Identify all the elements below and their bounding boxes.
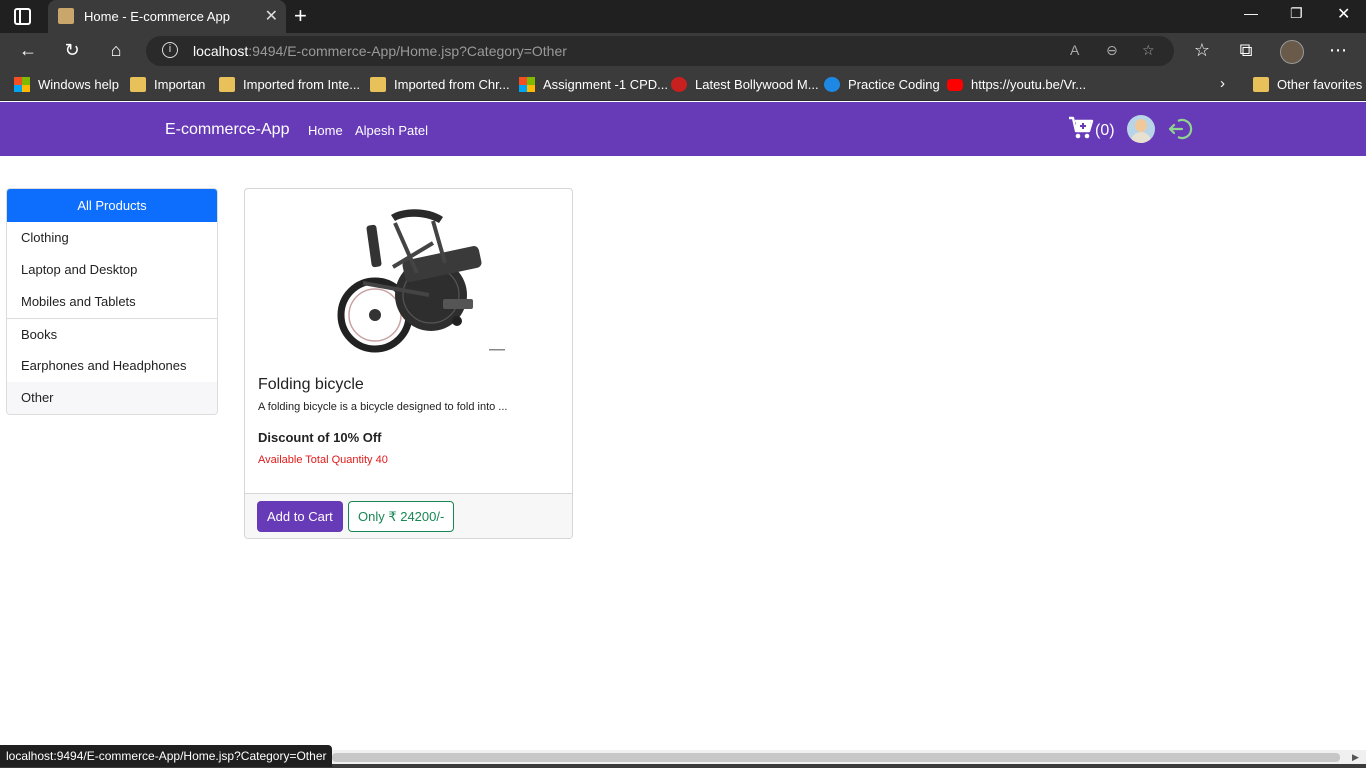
folder-icon (1253, 77, 1269, 92)
category-list: All Products Clothing Laptop and Desktop… (6, 188, 218, 415)
home-icon[interactable]: ⌂ (104, 40, 128, 61)
product-card-footer: Add to Cart Only ₹ 24200/- (245, 493, 572, 538)
nav-user-link[interactable]: Alpesh Patel (355, 123, 428, 138)
bookmark-importan[interactable]: Importan (154, 77, 205, 92)
category-clothing[interactable]: Clothing (7, 222, 217, 254)
category-all-products[interactable]: All Products (7, 189, 217, 222)
new-tab-button[interactable]: + (294, 3, 307, 29)
profile-avatar[interactable] (1280, 40, 1304, 64)
windows-logo-icon (14, 77, 30, 92)
product-discount: Discount of 10% Off (258, 430, 382, 445)
bookmark-practice-coding[interactable]: Practice Coding (848, 77, 940, 92)
back-arrow-icon[interactable]: ← (16, 40, 40, 61)
category-laptop-desktop[interactable]: Laptop and Desktop (7, 254, 217, 286)
product-card: Folding bicycle A folding bicycle is a b… (244, 188, 573, 539)
reload-icon[interactable]: ↻ (60, 40, 84, 61)
practice-coding-icon (824, 77, 840, 92)
folding-bicycle-image (333, 203, 523, 361)
close-window-icon[interactable]: ✕ (1337, 4, 1350, 24)
bookmark-imported-inte[interactable]: Imported from Inte... (243, 77, 360, 92)
bookmark-bollywood[interactable]: Latest Bollywood M... (695, 77, 819, 92)
collections-icon[interactable]: ⧉ (1234, 40, 1258, 61)
category-earphones[interactable]: Earphones and Headphones (7, 350, 217, 382)
app-navbar: E-commerce-App Home Alpesh Patel (0) (0, 102, 1366, 156)
folder-icon (219, 77, 235, 92)
cart-plus-icon[interactable] (1068, 116, 1094, 146)
user-avatar-icon[interactable] (1127, 115, 1155, 143)
folder-icon (370, 77, 386, 92)
brand-link[interactable]: E-commerce-App (165, 121, 289, 139)
add-favorite-icon[interactable]: ☆ (1142, 42, 1155, 59)
tab-actions-icon[interactable] (14, 8, 31, 25)
bollywood-site-icon (671, 77, 687, 92)
bookmark-other-favorites[interactable]: Other favorites (1277, 77, 1362, 92)
chevron-right-icon[interactable]: › (1220, 75, 1225, 92)
product-quantity: Available Total Quantity 40 (258, 454, 388, 466)
folder-icon (130, 77, 146, 92)
browser-toolbar: ← ↻ ⌂ i localhost:9494/E-commerce-App/Ho… (0, 33, 1366, 69)
scroll-right-arrow-icon[interactable]: ▶ (1352, 752, 1359, 763)
favorites-icon[interactable]: ☆ (1190, 40, 1214, 61)
site-info-icon[interactable]: i (162, 42, 178, 58)
product-title: Folding bicycle (258, 376, 364, 393)
youtube-icon (947, 79, 963, 91)
read-aloud-icon[interactable]: A (1070, 42, 1079, 58)
price-button[interactable]: Only ₹ 24200/- (348, 501, 455, 532)
tab-favicon-icon (58, 8, 74, 24)
windows-logo-icon (519, 77, 535, 92)
more-options-icon[interactable]: ⋯ (1326, 40, 1350, 61)
cart-count[interactable]: (0) (1095, 122, 1115, 140)
tab-title: Home - E-commerce App (84, 9, 230, 24)
scrollbar-thumb[interactable] (332, 753, 1340, 762)
product-description: A folding bicycle is a bicycle designed … (258, 401, 508, 413)
bookmark-assignment[interactable]: Assignment -1 CPD... (543, 77, 668, 92)
category-other[interactable]: Other (7, 382, 217, 414)
bookmark-imported-chr[interactable]: Imported from Chr... (394, 77, 510, 92)
nav-home-link[interactable]: Home (308, 123, 343, 138)
logout-icon[interactable] (1168, 118, 1194, 140)
zoom-icon[interactable]: ⊖ (1106, 42, 1118, 59)
address-text[interactable]: localhost:9494/E-commerce-App/Home.jsp?C… (193, 43, 567, 59)
bookmark-windows-help[interactable]: Windows help (38, 77, 119, 92)
add-to-cart-button[interactable]: Add to Cart (257, 501, 343, 532)
status-bar-url: localhost:9494/E-commerce-App/Home.jsp?C… (0, 745, 333, 767)
browser-titlebar: Home - E-commerce App ✕ + — ❐ ✕ (0, 0, 1366, 33)
bookmark-youtube[interactable]: https://youtu.be/Vr... (971, 77, 1086, 92)
restore-icon[interactable]: ❐ (1290, 5, 1303, 22)
category-mobiles-tablets[interactable]: Mobiles and Tablets (7, 286, 217, 318)
bookmarks-bar: Windows help Importan Imported from Inte… (0, 69, 1366, 101)
minimize-icon[interactable]: — (1244, 5, 1258, 21)
browser-tab[interactable]: Home - E-commerce App ✕ (48, 0, 286, 33)
address-bar[interactable]: i localhost:9494/E-commerce-App/Home.jsp… (146, 36, 1174, 66)
category-books[interactable]: Books (7, 318, 217, 350)
tab-close-icon[interactable]: ✕ (265, 6, 278, 26)
